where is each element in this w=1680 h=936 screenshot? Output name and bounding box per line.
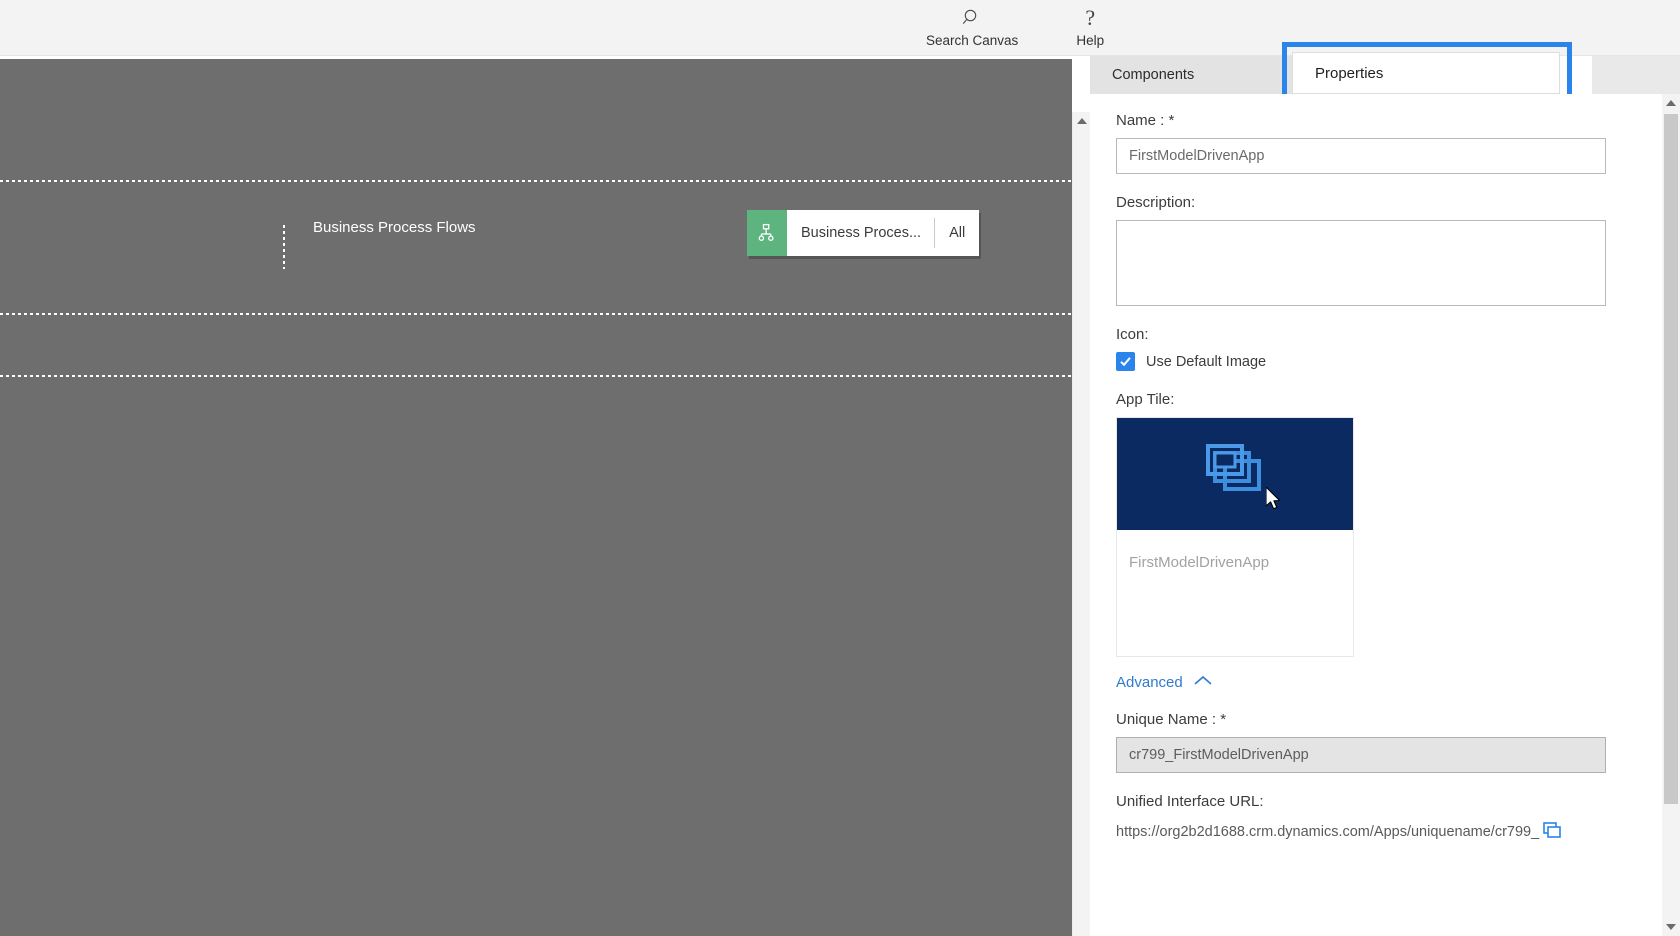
advanced-toggle[interactable]: Advanced [1116, 673, 1212, 691]
use-default-image-checkbox[interactable] [1116, 352, 1135, 371]
top-command-bar: Search Canvas ? Help [0, 0, 1680, 56]
chevron-up-icon [1077, 118, 1087, 124]
canvas-scroll-up-button[interactable] [1073, 112, 1091, 130]
app-properties-form: Name : * FirstModelDrivenApp Description… [1090, 94, 1654, 842]
tab-components-label: Components [1112, 67, 1195, 83]
canvas-gridline [0, 313, 1072, 315]
search-canvas-label: Search Canvas [926, 33, 1019, 48]
copy-windows-icon[interactable] [1543, 822, 1563, 842]
use-default-image-row[interactable]: Use Default Image [1116, 352, 1628, 371]
panel-tab-strip: Components Properties [1090, 42, 1680, 100]
tab-components[interactable]: Components [1090, 56, 1314, 94]
app-root: Search Canvas ? Help Business Process Fl… [0, 0, 1680, 936]
help-label: Help [1076, 33, 1105, 48]
app-designer-canvas[interactable]: Business Process Flows Business Proces..… [0, 59, 1072, 936]
top-command-bar-actions: Search Canvas ? Help [920, 0, 1114, 56]
question-mark-icon: ? [1085, 5, 1096, 30]
canvas-vertical-scrollbar[interactable] [1072, 112, 1090, 936]
panel-scrollbar-thumb[interactable] [1664, 114, 1678, 804]
properties-panel-body: Name : * FirstModelDrivenApp Description… [1090, 94, 1680, 936]
description-textarea[interactable] [1116, 220, 1606, 306]
chevron-up-icon [1194, 673, 1212, 691]
app-tile-preview: FirstModelDrivenApp [1116, 417, 1354, 657]
unified-interface-url-value: https://org2b2d1688.crm.dynamics.com/App… [1116, 824, 1540, 840]
unified-interface-url-label: Unified Interface URL: [1116, 793, 1264, 810]
canvas-section-label: Business Process Flows [313, 219, 476, 236]
app-tile-image [1117, 418, 1353, 530]
panel-scroll-down-button[interactable] [1662, 918, 1680, 936]
canvas-gridline [0, 375, 1072, 377]
tab-properties-label: Properties [1315, 64, 1384, 82]
chevron-down-icon [1666, 924, 1676, 930]
use-default-image-label: Use Default Image [1146, 353, 1267, 370]
properties-panel: Components Properties Name : * FirstMode… [1090, 42, 1680, 936]
name-input-value: FirstModelDrivenApp [1129, 148, 1265, 164]
advanced-label: Advanced [1116, 673, 1183, 691]
business-process-flow-icon [747, 210, 787, 256]
flow-tile-name: Business Proces... [801, 225, 922, 241]
canvas-area: Business Process Flows Business Proces..… [0, 56, 1090, 936]
unified-interface-url-value-row[interactable]: https://org2b2d1688.crm.dynamics.com/App… [1116, 822, 1628, 842]
stacked-windows-icon [1199, 441, 1271, 508]
description-label: Description: [1116, 194, 1196, 211]
panel-scroll-up-button[interactable] [1662, 94, 1680, 112]
help-button[interactable]: ? Help [1066, 0, 1114, 49]
tab-properties-label-box[interactable]: Properties [1292, 52, 1560, 94]
unique-name-label: Unique Name : * [1116, 711, 1227, 728]
search-icon [962, 5, 982, 31]
name-label: Name : * [1116, 112, 1175, 129]
icon-label: Icon: [1116, 326, 1149, 343]
canvas-group-marker [283, 225, 285, 269]
name-input[interactable]: FirstModelDrivenApp [1116, 138, 1606, 174]
app-tile-label: App Tile: [1116, 391, 1175, 408]
unique-name-value: cr799_FirstModelDrivenApp [1129, 747, 1309, 763]
canvas-gridline [0, 180, 1072, 182]
unique-name-input: cr799_FirstModelDrivenApp [1116, 737, 1606, 773]
properties-panel-scrollbar[interactable] [1662, 94, 1680, 936]
app-tile-caption: FirstModelDrivenApp [1129, 554, 1270, 571]
flow-tile-view-label: All [949, 225, 966, 241]
search-canvas-button[interactable]: Search Canvas [920, 0, 1024, 48]
business-process-flow-tile[interactable]: Business Proces... All [747, 210, 980, 256]
chevron-up-icon [1666, 100, 1676, 106]
